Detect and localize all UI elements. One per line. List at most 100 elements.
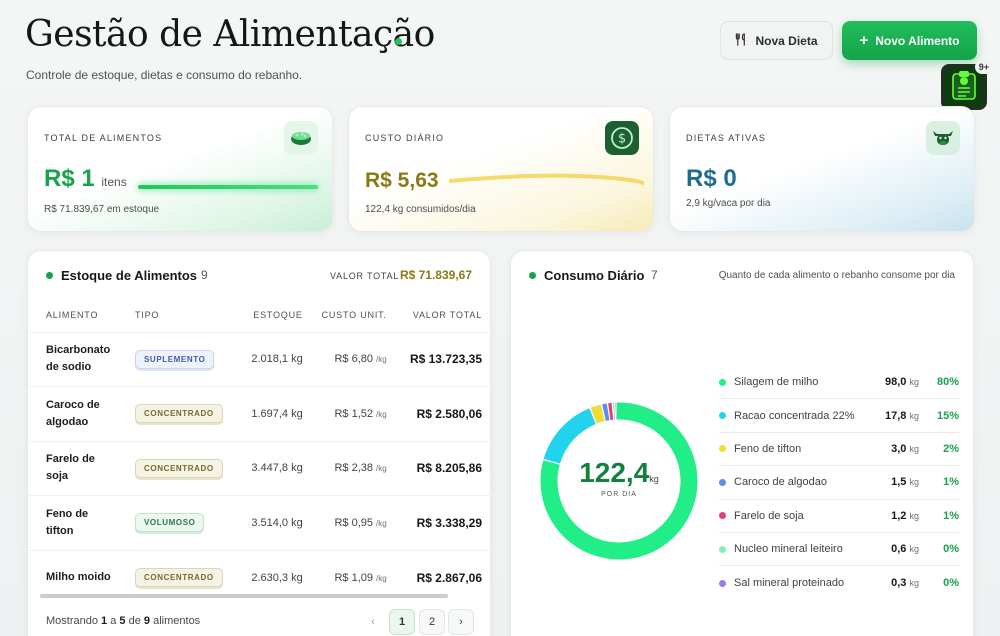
consumo-count: 7	[651, 268, 658, 282]
type-badge: CONCENTRADO	[135, 568, 223, 587]
pager-page-2[interactable]: 2	[419, 609, 445, 635]
legend-name: Sal mineral proteinado	[734, 577, 845, 590]
legend-color-dot	[719, 412, 726, 420]
novo-alimento-button[interactable]: + Novo Alimento	[842, 21, 977, 60]
type-badge: SUPLEMENTO	[135, 349, 215, 369]
feed-bowl-icon	[284, 121, 318, 155]
col-tipo[interactable]: TIPO	[118, 299, 223, 332]
kpi-custo-trendline	[449, 173, 644, 189]
row-total: R$ 13.723,35	[386, 331, 492, 387]
dollar-coin-icon: $	[605, 121, 639, 155]
pager-suffix: alimentos	[153, 615, 201, 627]
page-title: Gestão de Alimentação	[25, 14, 435, 55]
legend-row[interactable]: Silagem de milho 98,0 kg 80%	[719, 366, 959, 400]
col-alimento[interactable]: ALIMENTO	[28, 299, 118, 332]
legend-color-dot	[719, 512, 726, 520]
donut-center-value: 122,4	[579, 457, 650, 488]
pager-page-1[interactable]: 1	[389, 609, 415, 635]
legend-value: 3,0 kg	[859, 443, 919, 455]
table-horizontal-scrollbar[interactable]	[40, 594, 448, 598]
valor-total-label: VALOR TOTAL	[330, 271, 400, 281]
legend-percent: 1%	[943, 476, 959, 489]
legend-row[interactable]: Sal mineral proteinado 0,3 kg 0%	[719, 566, 959, 599]
legend-name: Racao concentrada 22%	[734, 409, 855, 422]
kpi-total-value: R$ 1 itens	[44, 165, 127, 193]
row-name: Feno de tifton	[28, 495, 118, 550]
type-badge: CONCENTRADO	[135, 458, 223, 478]
kpi-total-foot: R$ 71.839,67 em estoque	[44, 204, 160, 215]
legend-unit: kg	[909, 510, 919, 521]
kpi-total-alimentos: TOTAL DE ALIMENTOS R$ 1 itens R$ 71.839,…	[27, 106, 333, 232]
kpi-dietas-ativas: DIETAS ATIVAS R$ 0 2,9 kg/vaca por dia	[669, 106, 975, 232]
legend-row[interactable]: Feno de tifton 3,0 kg 2%	[719, 433, 959, 467]
legend-amount: 1,5	[891, 476, 907, 489]
row-unit-cost: R$ 1,52 /kg	[302, 386, 387, 441]
row-stock: 3.514,0 kg	[222, 495, 303, 550]
row-stock: 2.018,1 kg	[222, 331, 303, 387]
consumo-hint: Quanto de cada alimento o rebanho consom…	[718, 270, 955, 281]
status-dot	[395, 38, 402, 45]
legend-percent: 15%	[936, 409, 959, 422]
legend-name: Caroco de algodao	[734, 476, 827, 489]
legend-name: Silagem de milho	[734, 376, 819, 389]
unit-suffix: /kg	[376, 409, 387, 419]
legend-amount: 3,0	[891, 442, 907, 455]
table-row[interactable]: Caroco de algodao CONCENTRADO 1.697,4 kg…	[28, 386, 492, 441]
donut-center-label: POR DIA	[601, 491, 637, 498]
chevron-right-icon: ›	[459, 616, 463, 628]
legend-name: Feno de tifton	[734, 442, 802, 455]
legend-row[interactable]: Caroco de algodao 1,5 kg 1%	[719, 466, 959, 500]
app-notification-badge[interactable]: 9+	[941, 60, 993, 110]
estoque-dot	[46, 272, 53, 279]
row-total: R$ 8.205,86	[386, 440, 492, 496]
legend-unit: kg	[909, 477, 919, 488]
unit-suffix: /kg	[376, 464, 387, 474]
row-name: Caroco de algodao	[28, 386, 118, 441]
consumo-dot	[529, 272, 536, 279]
kpi-total-sparkline	[138, 185, 318, 189]
nova-dieta-button[interactable]: Nova Dieta	[720, 21, 833, 60]
consumo-title: Consumo Diário	[544, 268, 645, 283]
plus-icon: +	[859, 32, 869, 49]
estoque-count: 9	[201, 268, 208, 282]
col-custo-unit[interactable]: CUSTO UNIT.	[303, 299, 387, 332]
cow-clipboard-icon	[947, 68, 981, 107]
col-estoque[interactable]: ESTOQUE	[223, 299, 303, 332]
legend-row[interactable]: Racao concentrada 22% 17,8 kg 15%	[719, 399, 959, 433]
type-badge: VOLUMOSO	[135, 513, 205, 533]
row-unit-cost: R$ 0,95 /kg	[302, 495, 387, 550]
table-row[interactable]: Bicarbonato de sodio SUPLEMENTO 2.018,1 …	[28, 331, 492, 387]
pager-prev-button[interactable]: ‹	[360, 609, 386, 635]
legend-amount: 1,2	[891, 509, 907, 522]
legend-row[interactable]: Nucleo mineral leiteiro 0,6 kg 0%	[719, 533, 959, 567]
legend-color-dot	[719, 579, 726, 587]
col-valor-total[interactable]: VALOR TOTAL	[387, 299, 492, 332]
unit-cost-value: R$ 1,52	[334, 407, 373, 420]
cow-head-icon	[926, 121, 960, 155]
donut-center-unit: kg	[649, 474, 659, 484]
kpi-dietas-label: DIETAS ATIVAS	[686, 133, 767, 143]
pagination-summary: Mostrando 1 a 5 de 9 alimentos	[46, 615, 200, 627]
estoque-header-row: ALIMENTO TIPO ESTOQUE CUSTO UNIT. VALOR …	[28, 299, 492, 332]
legend-value: 17,8 kg	[859, 410, 919, 422]
consumo-panel: Consumo Diário 7 Quanto de cada alimento…	[510, 250, 974, 636]
page-subtitle: Controle de estoque, dietas e consumo do…	[26, 68, 303, 82]
unit-cost-value: R$ 2,38	[334, 462, 373, 475]
pager-sep2: de	[128, 615, 141, 627]
unit-suffix: /kg	[376, 573, 387, 583]
table-row[interactable]: Feno de tifton VOLUMOSO 3.514,0 kg R$ 0,…	[28, 495, 492, 550]
table-row[interactable]: Farelo de soja CONCENTRADO 3.447,8 kg R$…	[28, 440, 492, 496]
notification-count: 9+	[974, 60, 993, 74]
pager-from: 1	[101, 615, 108, 627]
chevron-left-icon: ‹	[371, 616, 375, 628]
legend-row[interactable]: Farelo de soja 1,2 kg 1%	[719, 500, 959, 533]
row-name: Farelo de soja	[28, 440, 118, 496]
pager-next-button[interactable]: ›	[448, 609, 474, 635]
legend-value: 1,5 kg	[859, 476, 919, 488]
row-unit-cost: R$ 6,80 /kg	[302, 331, 387, 387]
kpi-total-label: TOTAL DE ALIMENTOS	[44, 133, 163, 143]
legend-value: 0,6 kg	[859, 543, 919, 555]
legend-unit: kg	[909, 410, 919, 421]
unit-cost-value: R$ 6,80	[334, 353, 373, 366]
legend-unit: kg	[909, 377, 919, 388]
